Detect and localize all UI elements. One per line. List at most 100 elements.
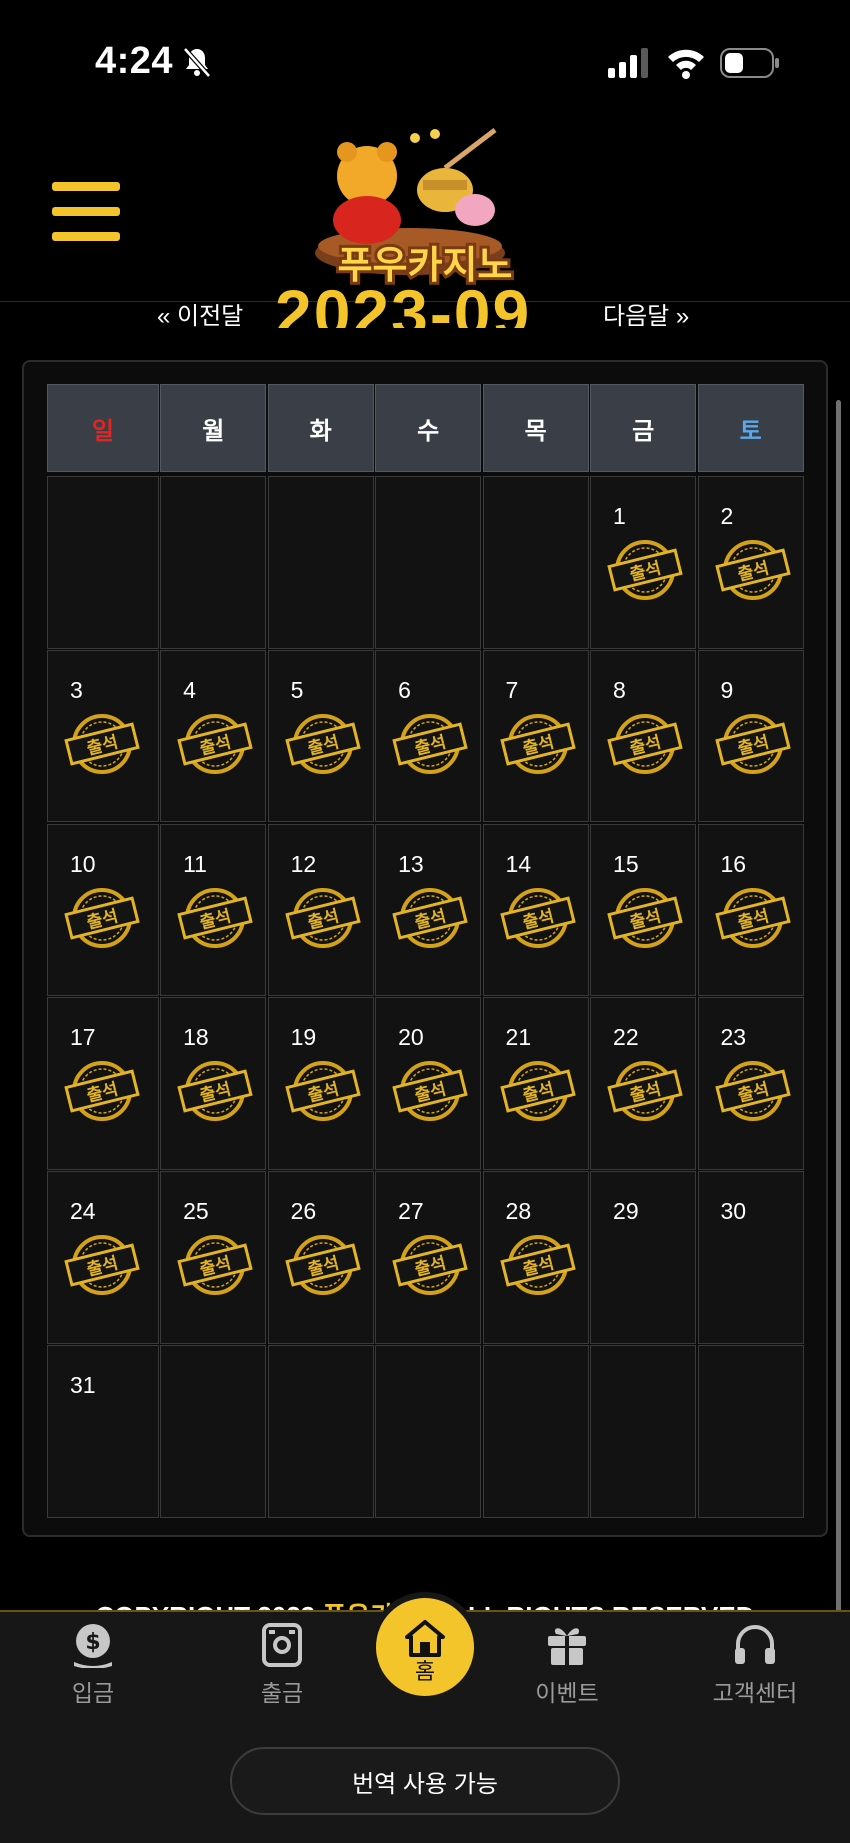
- day-number: 3: [70, 676, 83, 703]
- menu-icon[interactable]: [52, 182, 120, 242]
- attendance-stamp-icon: 출석: [177, 887, 253, 948]
- weekday-sun: 일: [47, 384, 159, 472]
- calendar-empty-cell: [697, 1344, 804, 1518]
- calendar-day-cell[interactable]: 4 출석: [160, 649, 267, 823]
- day-number: 6: [398, 676, 411, 703]
- day-number: 15: [613, 850, 639, 877]
- wifi-icon: [668, 49, 704, 79]
- calendar-day-cell[interactable]: 25 출석: [160, 1171, 267, 1344]
- safe-icon: [262, 1623, 302, 1667]
- calendar-day-cell[interactable]: 28 출석: [482, 1171, 589, 1344]
- day-number: 30: [720, 1198, 747, 1225]
- attendance-stamp-icon: 출석: [607, 1061, 683, 1122]
- calendar-day-cell[interactable]: 16 출석: [697, 823, 804, 997]
- calendar-day-cell[interactable]: 7 출석: [482, 649, 589, 823]
- calendar-empty-cell: [375, 1344, 482, 1518]
- day-number: 2: [720, 503, 734, 529]
- translate-button[interactable]: 번역 사용 가능: [230, 1747, 620, 1815]
- calendar-day-cell[interactable]: 10 출석: [47, 823, 159, 997]
- calendar-day-cell[interactable]: 20 출석: [375, 997, 482, 1170]
- calendar-day-cell[interactable]: 15 출석: [590, 823, 697, 997]
- attendance-stamp-icon: 출석: [607, 540, 683, 600]
- day-number: 25: [183, 1198, 209, 1225]
- calendar-day-cell[interactable]: 2 출석: [697, 476, 804, 649]
- month-title: 2023-09: [275, 282, 532, 328]
- app-header: 푸우카지노 푸우카지노: [0, 120, 850, 302]
- calendar-day-cell[interactable]: 24 출석: [47, 1171, 159, 1344]
- calendar-day-cell[interactable]: 17 출석: [47, 997, 159, 1170]
- calendar-day-cell[interactable]: 30: [697, 1171, 804, 1344]
- calendar-day-cell[interactable]: 6 출석: [375, 649, 482, 823]
- calendar-day-cell[interactable]: 8 출석: [590, 649, 697, 823]
- status-bar: 4:24: [0, 0, 850, 120]
- nav-deposit[interactable]: $ 입금: [23, 1622, 163, 1712]
- calendar-day-cell[interactable]: 9 출석: [697, 649, 804, 823]
- calendar-empty-cell: [482, 476, 589, 649]
- day-number: 14: [505, 850, 532, 877]
- bottom-navigation: $ 입금 출금 홈 이벤트 고객센터 번역 사용 가능: [0, 1598, 850, 1843]
- status-time: 4:24: [95, 40, 174, 82]
- calendar-day-cell[interactable]: 12 출석: [267, 823, 374, 997]
- nav-withdraw-label: 출금: [260, 1680, 304, 1706]
- attendance-stamp-icon: 출석: [499, 887, 576, 948]
- calendar-day-cell[interactable]: 22 출석: [590, 997, 697, 1170]
- calendar-week-row: 31: [47, 1344, 805, 1519]
- calendar-day-cell[interactable]: 27 출석: [375, 1171, 482, 1344]
- attendance-stamp-icon: 출석: [64, 887, 140, 948]
- day-number: 10: [70, 850, 96, 877]
- nav-withdraw[interactable]: 출금: [212, 1622, 352, 1712]
- nav-home[interactable]: 홈: [376, 1598, 474, 1696]
- next-month-link[interactable]: 다음달 »: [603, 296, 689, 328]
- calendar-day-cell[interactable]: 29: [590, 1171, 697, 1344]
- weekday-fri: 금: [590, 384, 697, 472]
- calendar-day-cell[interactable]: 3 출석: [47, 649, 159, 823]
- calendar-day-cell[interactable]: 13 출석: [375, 823, 482, 997]
- nav-customer-center[interactable]: 고객센터: [685, 1622, 825, 1712]
- svg-text:푸우카지노: 푸우카지노: [338, 243, 513, 287]
- attendance-stamp-icon: 출석: [607, 713, 683, 774]
- calendar-day-cell[interactable]: 26 출석: [267, 1171, 374, 1344]
- calendar-day-cell[interactable]: 11 출석: [160, 823, 267, 997]
- nav-events-label: 이벤트: [535, 1680, 599, 1706]
- day-number: 9: [720, 676, 734, 703]
- attendance-stamp-icon: 출석: [284, 1235, 361, 1296]
- attendance-stamp-icon: 출석: [177, 1235, 253, 1296]
- calendar-week-row: 1 출석 2 출석: [47, 476, 805, 650]
- calendar-day-cell[interactable]: 14 출석: [482, 823, 589, 997]
- prev-month-link[interactable]: « 이전달: [157, 296, 243, 328]
- day-number: 12: [290, 850, 317, 877]
- scrollbar[interactable]: [836, 400, 841, 1630]
- day-number: 28: [505, 1198, 532, 1225]
- day-number: 13: [398, 850, 424, 877]
- calendar-week-row: 24 출석 25 출석 26 출석 27 출석 28 출석 29 30: [47, 1171, 805, 1345]
- attendance-stamp-icon: 출석: [499, 1235, 576, 1296]
- day-number: 23: [720, 1024, 747, 1051]
- calendar-day-cell[interactable]: 1 출석: [590, 476, 697, 649]
- day-number: 7: [505, 676, 519, 703]
- calendar-day-cell[interactable]: 5 출석: [267, 649, 374, 823]
- calendar-grid: 일 월 화 수 목 금 토 1 출석 2 출석 3 출석 4 출석 5 출석 6…: [47, 384, 805, 1519]
- gift-icon: [548, 1628, 586, 1665]
- attendance-calendar: 일 월 화 수 목 금 토 1 출석 2 출석 3 출석 4 출석 5 출석 6…: [22, 360, 828, 1537]
- month-navigation: « 이전달 2023-09 다음달 »: [0, 282, 850, 328]
- calendar-week-row: 3 출석 4 출석 5 출석 6 출석 7 출석 8 출석 9 출석: [47, 649, 805, 824]
- calendar-empty-cell: [160, 1344, 267, 1518]
- nav-events[interactable]: 이벤트: [497, 1622, 637, 1712]
- day-number: 4: [183, 676, 196, 703]
- calendar-day-cell[interactable]: 18 출석: [160, 997, 267, 1170]
- dollar-coin-icon: $: [74, 1624, 112, 1668]
- calendar-day-cell[interactable]: 23 출석: [697, 997, 804, 1170]
- weekday-sat: 토: [697, 384, 804, 472]
- calendar-day-cell[interactable]: 31: [47, 1344, 159, 1518]
- attendance-stamp-icon: 출석: [499, 1061, 576, 1122]
- attendance-stamp-icon: 출석: [714, 540, 791, 600]
- day-number: 17: [70, 1024, 96, 1051]
- attendance-stamp-icon: 출석: [499, 713, 576, 774]
- nav-home-label: 홈: [414, 1659, 436, 1684]
- brand-logo[interactable]: 푸우카지노 푸우카지노: [295, 128, 555, 300]
- day-number: 29: [613, 1198, 639, 1225]
- cellular-signal-icon: [608, 48, 648, 78]
- calendar-day-cell[interactable]: 19 출석: [267, 997, 374, 1170]
- calendar-day-cell[interactable]: 21 출석: [482, 997, 589, 1170]
- attendance-stamp-icon: 출석: [284, 713, 361, 774]
